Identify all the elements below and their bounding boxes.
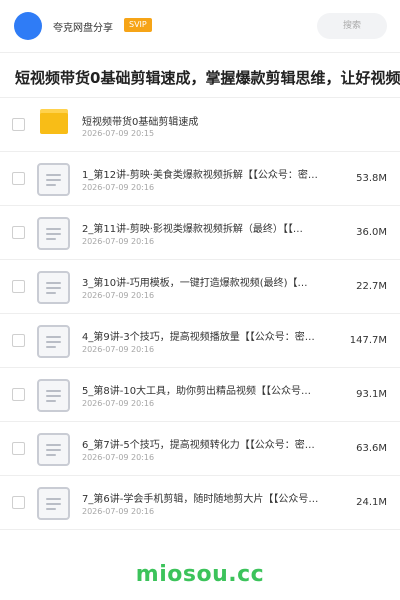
file-date: 2026-07-09 20:16 (82, 237, 155, 246)
file-row[interactable]: 2_第11讲-剪映·影视类爆款视频拆解（最终）【【… 2026-07-09 20… (0, 206, 400, 260)
file-row[interactable]: 4_第9讲-3个技巧，提高视频播放量【【公众号：密… 2026-07-09 20… (0, 314, 400, 368)
folder-name: 短视频带货0基础剪辑速成 (82, 117, 199, 128)
file-date: 2026-07-09 20:16 (82, 291, 155, 300)
document-icon (37, 433, 70, 466)
row-checkbox[interactable] (12, 172, 25, 185)
file-row[interactable]: 1_第12讲-剪映·美食类爆款视频拆解【【公众号：密… 2026-07-09 2… (0, 152, 400, 206)
folder-icon (40, 109, 68, 134)
document-icon (37, 163, 70, 196)
file-name: 6_第7讲-5个技巧，提高视频转化力【【公众号：密… (82, 440, 315, 451)
file-size: 147.7M (349, 335, 387, 346)
file-name: 2_第11讲-剪映·影视类爆款视频拆解（最终）【【… (82, 224, 303, 235)
document-icon (37, 271, 70, 304)
file-date: 2026-07-09 20:16 (82, 453, 155, 462)
row-checkbox[interactable] (12, 280, 25, 293)
row-checkbox[interactable] (12, 496, 25, 509)
file-size: 53.8M (356, 173, 387, 184)
file-size: 63.6M (356, 443, 387, 454)
file-date: 2026-07-09 20:16 (82, 507, 155, 516)
file-size: 93.1M (356, 389, 387, 400)
row-checkbox[interactable] (12, 442, 25, 455)
search-input[interactable] (317, 13, 387, 39)
svip-badge: SVIP (124, 18, 152, 32)
header: 夸克网盘分享 SVIP (0, 0, 400, 52)
file-row[interactable]: 7_第6讲-学会手机剪辑，随时随地剪大片【【公众号… 2026-07-09 20… (0, 476, 400, 530)
row-checkbox[interactable] (12, 334, 25, 347)
brand-name: 夸克网盘分享 (53, 23, 113, 34)
file-name: 1_第12讲-剪映·美食类爆款视频拆解【【公众号：密… (82, 170, 318, 181)
file-size: 24.1M (356, 497, 387, 508)
document-icon (37, 325, 70, 358)
row-checkbox[interactable] (12, 226, 25, 239)
file-size: 36.0M (356, 227, 387, 238)
watermark: miosou.cc (135, 562, 265, 587)
document-icon (37, 379, 70, 412)
file-date: 2026-07-09 20:16 (82, 183, 155, 192)
file-size: 22.7M (356, 281, 387, 292)
file-list: 短视频带货0基础剪辑速成 2026-07-09 20:15 1_第12讲-剪映·… (0, 98, 400, 530)
file-name: 7_第6讲-学会手机剪辑，随时随地剪大片【【公众号… (82, 494, 319, 505)
file-date: 2026-07-09 20:16 (82, 345, 155, 354)
title-bar: 短视频带货0基础剪辑速成，掌握爆款剪辑思维，让好视频 (0, 52, 400, 98)
document-icon (37, 217, 70, 250)
page-title: 短视频带货0基础剪辑速成，掌握爆款剪辑思维，让好视频 (15, 69, 400, 87)
folder-date: 2026-07-09 20:15 (82, 129, 155, 138)
folder-row[interactable]: 短视频带货0基础剪辑速成 2026-07-09 20:15 (0, 98, 400, 152)
avatar[interactable] (14, 12, 42, 40)
file-name: 5_第8讲-10大工具，助你剪出精品视频【【公众号… (82, 386, 312, 397)
row-checkbox[interactable] (12, 118, 25, 131)
file-name: 4_第9讲-3个技巧，提高视频播放量【【公众号：密… (82, 332, 315, 343)
file-row[interactable]: 5_第8讲-10大工具，助你剪出精品视频【【公众号… 2026-07-09 20… (0, 368, 400, 422)
document-icon (37, 487, 70, 520)
file-row[interactable]: 6_第7讲-5个技巧，提高视频转化力【【公众号：密… 2026-07-09 20… (0, 422, 400, 476)
file-date: 2026-07-09 20:16 (82, 399, 155, 408)
file-name: 3_第10讲-巧用模板，一键打造爆款视频(最终)【… (82, 278, 308, 289)
file-row[interactable]: 3_第10讲-巧用模板，一键打造爆款视频(最终)【… 2026-07-09 20… (0, 260, 400, 314)
row-checkbox[interactable] (12, 388, 25, 401)
